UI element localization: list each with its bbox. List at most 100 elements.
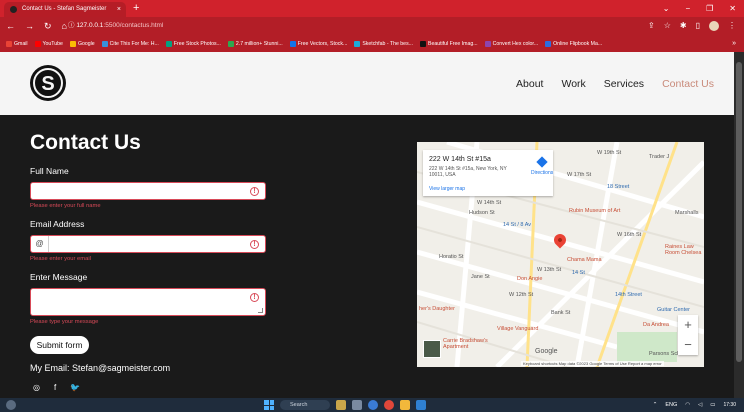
- reload-icon[interactable]: ↻: [44, 17, 52, 35]
- nav-contact-us[interactable]: Contact Us: [662, 78, 714, 90]
- weather-widget-icon[interactable]: [6, 400, 16, 410]
- home-icon[interactable]: ⌂: [62, 17, 67, 35]
- bookmark-favicon-icon: [6, 40, 12, 47]
- directions-link[interactable]: Directions: [531, 170, 553, 176]
- os-taskbar: Search ⌃ ENG ◠ ◁ ▭ 17:30: [0, 398, 744, 412]
- bookmark-item[interactable]: Cite This For Me: H...: [101, 40, 159, 47]
- map-label-hudson-st: Hudson St: [469, 210, 495, 216]
- bookmark-item[interactable]: Free Vectors, Stock...: [289, 40, 348, 47]
- bookmark-favicon-icon: [419, 40, 426, 47]
- browser-tab[interactable]: Contact Us - Stefan Sagmeister ×: [4, 2, 126, 17]
- satellite-toggle[interactable]: [423, 340, 441, 358]
- tab-search-icon[interactable]: ⌄: [663, 0, 670, 17]
- email-label: Email Address: [30, 219, 85, 229]
- back-arrow-icon[interactable]: ←: [6, 17, 15, 35]
- map-label-18-street: 18 Street: [607, 184, 630, 190]
- bookmark-label: Gmail: [14, 40, 28, 47]
- sidebar-icon[interactable]: ▯: [696, 17, 700, 35]
- bookmark-label: YouTube: [42, 40, 63, 47]
- nav-services[interactable]: Services: [604, 78, 644, 90]
- view-larger-map-link[interactable]: View larger map: [429, 186, 465, 192]
- bookmark-item[interactable]: Gmail: [6, 40, 28, 47]
- bookmark-favicon-icon: [545, 40, 552, 47]
- battery-icon[interactable]: ▭: [710, 402, 715, 408]
- submit-button[interactable]: Submit form: [30, 336, 89, 354]
- textarea-resize-handle[interactable]: [258, 308, 263, 313]
- facebook-icon[interactable]: f: [54, 383, 56, 392]
- bookmark-item[interactable]: Sketchfab - The bes...: [354, 40, 413, 47]
- bookmark-item[interactable]: Convert Hex color...: [484, 40, 538, 47]
- tab-favicon-icon: [10, 6, 17, 13]
- map-info-card: 222 W 14th St #15a 222 W 14th St #15a, N…: [423, 150, 553, 196]
- map-label-w-12th: W 12th St: [509, 292, 534, 298]
- full-name-input[interactable]: !: [30, 182, 266, 200]
- minimize-button[interactable]: −: [685, 0, 690, 17]
- bookmark-label: Online Flipbook Ma...: [553, 40, 603, 47]
- vscode-app-icon[interactable]: [416, 400, 426, 410]
- bookmark-item[interactable]: Google: [69, 40, 95, 47]
- logo-s-icon: S: [33, 68, 63, 98]
- taskbar-search[interactable]: Search: [280, 400, 330, 410]
- volume-icon[interactable]: ◁: [698, 402, 702, 408]
- bookmark-favicon-icon: [69, 40, 76, 47]
- map-label-w-13th: W 13th St: [537, 267, 562, 273]
- share-icon[interactable]: ⇪: [648, 17, 655, 35]
- bookmark-item[interactable]: Online Flipbook Ma...: [545, 40, 603, 47]
- wifi-icon[interactable]: ◠: [685, 402, 690, 408]
- zoom-in-button[interactable]: +: [678, 315, 698, 335]
- bookmark-item[interactable]: Free Stock Photos...: [165, 40, 221, 47]
- chevron-up-icon[interactable]: ⌃: [653, 402, 658, 408]
- bookmark-star-icon[interactable]: ☆: [664, 17, 671, 35]
- forward-arrow-icon[interactable]: →: [25, 17, 34, 35]
- bookmark-label: Free Stock Photos...: [173, 40, 221, 47]
- nav-buttons: ← → ↻ ⌂: [6, 17, 67, 35]
- bookmark-favicon-icon: [101, 40, 108, 47]
- email-input[interactable]: @ !: [30, 235, 266, 253]
- url-field[interactable]: ⓘ 127.0.0.1:5500/contactus.html: [68, 20, 163, 32]
- map-label-w-19th: W 19th St: [597, 150, 622, 156]
- close-window-button[interactable]: ✕: [729, 0, 736, 17]
- directions-icon[interactable]: [536, 156, 548, 168]
- message-textarea[interactable]: !: [30, 288, 266, 316]
- map-label-chama-mama: Chama Mama: [567, 257, 602, 263]
- new-tab-button[interactable]: +: [133, 1, 139, 16]
- windows-start-icon[interactable]: [264, 400, 274, 410]
- map-place-title: 222 W 14th St #15a: [429, 156, 491, 163]
- message-error: Please type your message: [30, 319, 99, 325]
- clock[interactable]: 17:30: [723, 402, 736, 408]
- google-logo: Google: [535, 348, 558, 355]
- map-label-da-andrea: Da Andrea: [643, 322, 669, 328]
- email-warning-icon: !: [250, 240, 259, 249]
- app-icon[interactable]: [336, 400, 346, 410]
- bookmark-label: Free Vectors, Stock...: [297, 40, 348, 47]
- bookmark-favicon-icon: [34, 40, 41, 47]
- page-scrollbar[interactable]: [734, 52, 744, 398]
- extensions-icon[interactable]: ✱: [680, 17, 687, 35]
- chrome-app-icon[interactable]: [384, 400, 394, 410]
- app-icon[interactable]: [352, 400, 362, 410]
- scrollbar-thumb[interactable]: [736, 62, 742, 362]
- twitter-icon[interactable]: 🐦: [70, 383, 80, 392]
- menu-dots-icon[interactable]: ⋮: [728, 17, 736, 35]
- map-label-trader-joes: Trader J: [649, 154, 670, 160]
- bookmark-item[interactable]: Beautiful Free Imag...: [419, 40, 478, 47]
- folder-app-icon[interactable]: [400, 400, 410, 410]
- browser-app-icon[interactable]: [368, 400, 378, 410]
- nav-about[interactable]: About: [516, 78, 543, 90]
- tab-close-icon[interactable]: ×: [117, 2, 121, 17]
- map-label-horatio-st: Horatio St: [439, 254, 464, 260]
- nav-work[interactable]: Work: [561, 78, 585, 90]
- zoom-out-button[interactable]: −: [678, 335, 698, 355]
- profile-avatar[interactable]: [709, 21, 719, 31]
- maximize-button[interactable]: ❐: [706, 0, 713, 17]
- bookmark-item[interactable]: YouTube: [34, 40, 63, 47]
- bookmark-label: Cite This For Me: H...: [109, 40, 159, 47]
- bookmarks-overflow-icon[interactable]: »: [732, 35, 736, 52]
- bookmark-item[interactable]: 2.7 million+ Stunni...: [227, 40, 283, 47]
- language-indicator[interactable]: ENG: [665, 402, 677, 408]
- map-footer[interactable]: Keyboard shortcuts Map data ©2023 Google…: [521, 361, 664, 366]
- site-logo[interactable]: S: [30, 65, 66, 101]
- bookmark-favicon-icon: [484, 40, 491, 47]
- embedded-map[interactable]: Trader J 18 Street Rubin Museum of Art M…: [417, 142, 704, 367]
- instagram-icon[interactable]: ◎: [33, 383, 40, 392]
